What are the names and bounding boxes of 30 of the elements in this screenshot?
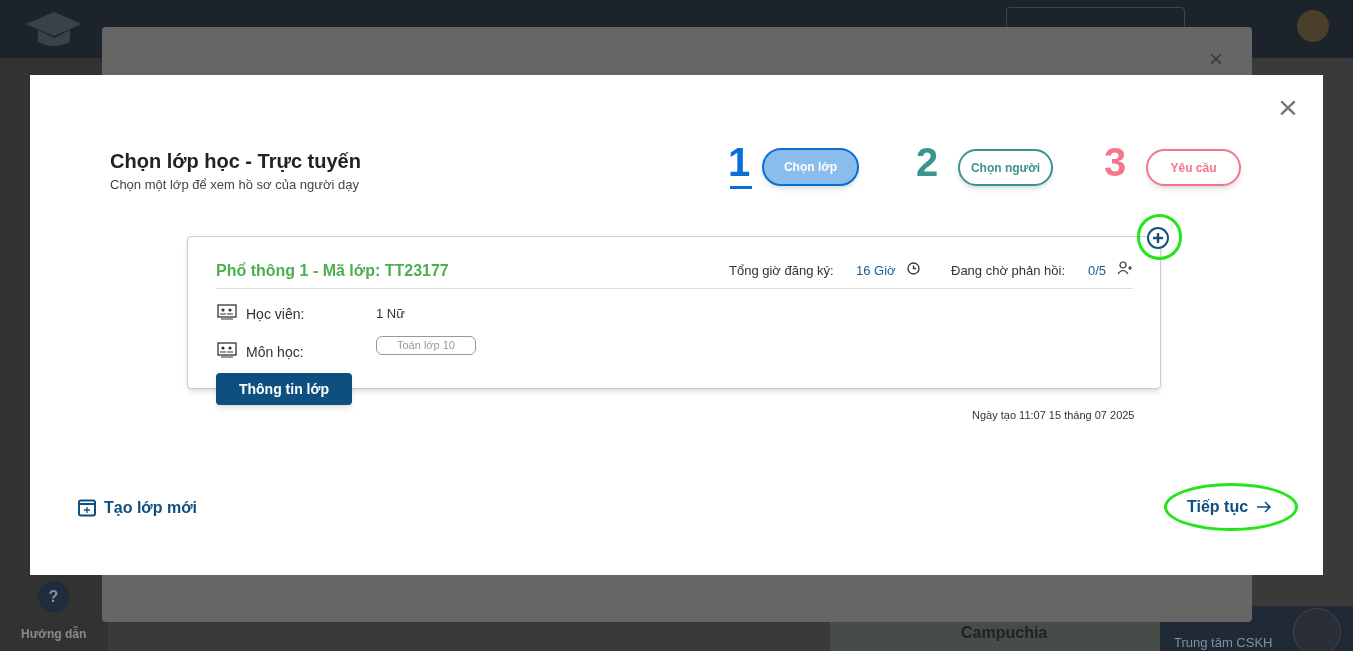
subject-tag: Toán lớp 10 bbox=[376, 336, 476, 355]
id-card-icon bbox=[217, 304, 237, 320]
calendar-plus-icon bbox=[78, 499, 96, 517]
step-button[interactable]: Chọn người bbox=[958, 149, 1053, 186]
step-number: 1 bbox=[728, 142, 751, 182]
field-label: Môn học: bbox=[246, 343, 304, 362]
field-label: Học viên: bbox=[246, 305, 305, 324]
arrow-right-icon bbox=[1256, 500, 1273, 514]
support-subtitle: Trung tâm CSKH bbox=[1174, 634, 1273, 651]
monitor-icon bbox=[217, 342, 237, 358]
created-date: Ngày tạo 11:07 15 tháng 07 2025 bbox=[972, 408, 1135, 423]
new-class-link[interactable]: Tạo lớp mới bbox=[78, 496, 197, 520]
close-icon[interactable]: × bbox=[1278, 90, 1298, 124]
pending-label: Đang chờ phản hồi: bbox=[951, 262, 1066, 280]
dialog-title: Chọn lớp học - Trực tuyến bbox=[110, 149, 361, 174]
hours-value: 16 Giờ bbox=[856, 262, 896, 280]
pending-value: 0/5 bbox=[1088, 262, 1107, 280]
clock-icon bbox=[907, 262, 920, 275]
dialog-subtitle: Chọn một lớp để xem hồ sơ của người dạy bbox=[110, 176, 359, 194]
add-user-icon bbox=[1117, 261, 1133, 275]
class-info-button[interactable]: Thông tin lớp bbox=[216, 373, 352, 405]
class-title: Phổ thông 1 - Mã lớp: TT23177 bbox=[216, 261, 449, 281]
step-underline bbox=[730, 186, 752, 189]
step-button[interactable]: Yêu cầu bbox=[1146, 149, 1241, 186]
step-number: 2 bbox=[916, 142, 939, 182]
help-label[interactable]: Hướng dẫn bbox=[21, 625, 87, 643]
continue-button[interactable]: Tiếp tục bbox=[1187, 495, 1273, 519]
step-number: 3 bbox=[1104, 142, 1127, 182]
hours-label: Tổng giờ đăng ký: bbox=[729, 262, 834, 280]
field-value: 1 Nữ bbox=[376, 305, 405, 323]
